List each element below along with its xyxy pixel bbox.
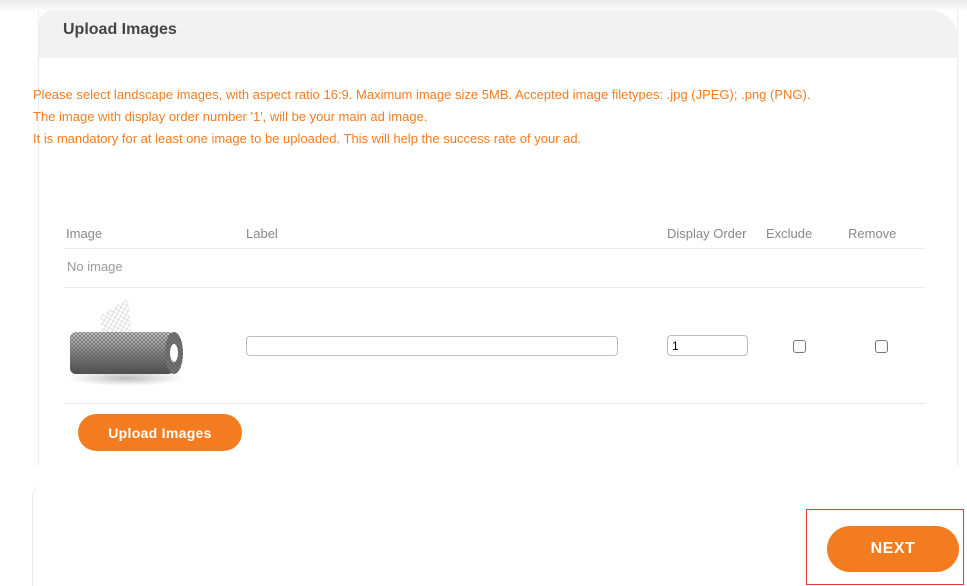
page: Upload Images Please select landscape im…: [0, 0, 967, 586]
upload-images-panel: Upload Images: [38, 10, 959, 466]
notice-main-image: The image with display order number '1',…: [33, 109, 428, 124]
image-label-input[interactable]: [246, 336, 618, 356]
display-order-input[interactable]: [667, 335, 748, 356]
table-divider: [64, 287, 926, 288]
column-header-label: Label: [246, 226, 278, 241]
panel-header: Upload Images: [39, 10, 959, 58]
table-divider: [64, 248, 926, 249]
remove-checkbox[interactable]: [875, 340, 888, 353]
wire-mesh-roll-image: [66, 298, 186, 388]
column-header-display-order: Display Order: [667, 226, 747, 241]
exclude-checkbox[interactable]: [793, 340, 806, 353]
upload-notices: Please select landscape images, with asp…: [33, 84, 913, 150]
panel-title: Upload Images: [63, 21, 177, 38]
next-button[interactable]: NEXT: [827, 526, 959, 572]
upload-images-button[interactable]: Upload Images: [78, 414, 242, 451]
notice-aspect-ratio: Please select landscape images, with asp…: [33, 87, 811, 102]
column-header-exclude: Exclude: [766, 226, 813, 241]
column-header-image: Image: [66, 226, 103, 241]
notice-mandatory: It is mandatory for at least one image t…: [33, 131, 582, 146]
no-image-text: No image: [67, 259, 123, 274]
column-header-remove: Remove: [848, 226, 897, 241]
table-divider: [64, 403, 926, 404]
